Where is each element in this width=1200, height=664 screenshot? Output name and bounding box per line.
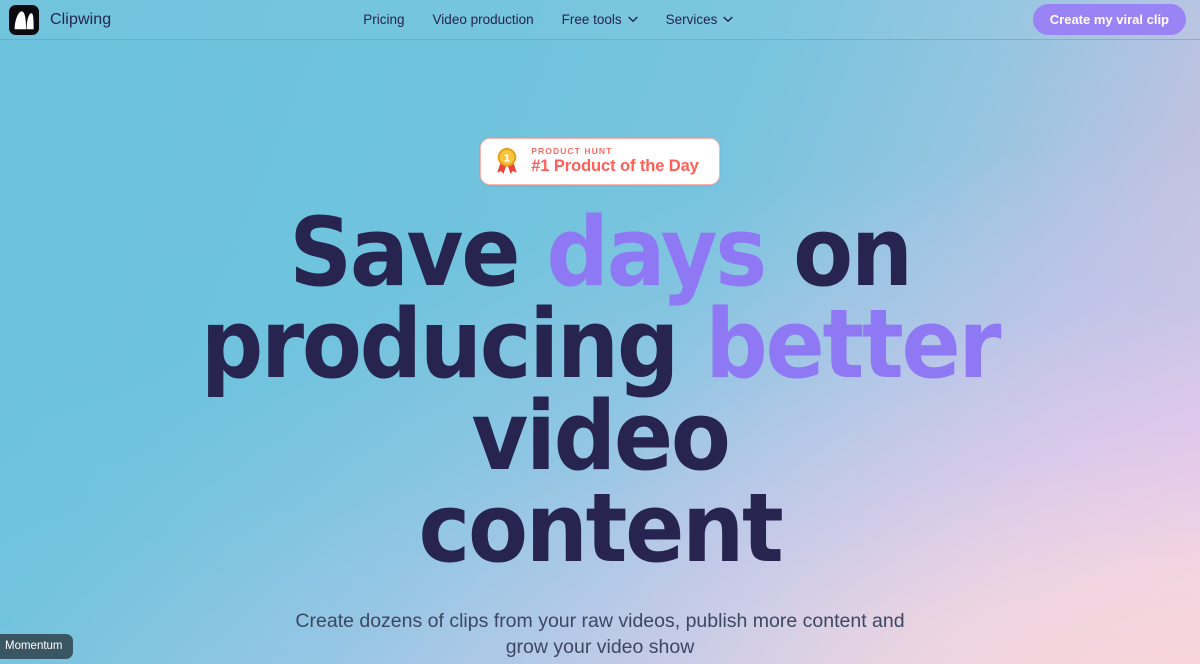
- hero-section: 1 PRODUCT HUNT #1 Product of the Day Sav…: [0, 41, 1200, 664]
- nav-item-free-tools[interactable]: Free tools: [562, 12, 638, 27]
- product-hunt-kicker: PRODUCT HUNT: [531, 146, 613, 157]
- headline-line-3: content: [418, 474, 783, 585]
- product-hunt-badge[interactable]: 1 PRODUCT HUNT #1 Product of the Day: [480, 138, 720, 185]
- chevron-down-icon: [723, 16, 734, 22]
- nav-item-label: Video production: [432, 12, 534, 27]
- page-title: Save days on producing better video cont…: [117, 206, 1083, 577]
- product-hunt-title: #1 Product of the Day: [531, 156, 699, 175]
- site-header: Clipwing Pricing Video production Free t…: [0, 0, 1200, 40]
- nav-item-video-production[interactable]: Video production: [433, 12, 534, 27]
- clipwing-logo-icon: [9, 4, 39, 35]
- nav-item-services[interactable]: Services: [666, 12, 734, 27]
- primary-navigation: Pricing Video production Free tools Serv…: [363, 12, 734, 27]
- headline-accent-better: better: [705, 290, 1001, 401]
- medal-1st-place-icon: 1: [497, 147, 518, 174]
- hero-subcopy-line-1: Create dozens of clips from your raw vid…: [295, 609, 867, 632]
- svg-text:1: 1: [504, 154, 511, 165]
- nav-item-label: Services: [665, 12, 718, 27]
- nav-item-pricing[interactable]: Pricing: [363, 12, 404, 27]
- chevron-down-icon: [627, 16, 638, 22]
- momentum-tooltip: Momentum: [0, 634, 73, 659]
- brand-logo-link[interactable]: Clipwing: [9, 4, 112, 35]
- headline-line-2: producing better video: [201, 290, 1002, 492]
- product-hunt-badge-text: PRODUCT HUNT #1 Product of the Day: [531, 147, 699, 175]
- nav-item-label: Free tools: [561, 12, 622, 27]
- brand-name: Clipwing: [50, 10, 112, 28]
- nav-item-label: Pricing: [363, 12, 405, 27]
- header-create-viral-clip-button[interactable]: Create my viral clip: [1032, 4, 1186, 35]
- hero-subcopy: Create dozens of clips from your raw vid…: [290, 608, 910, 661]
